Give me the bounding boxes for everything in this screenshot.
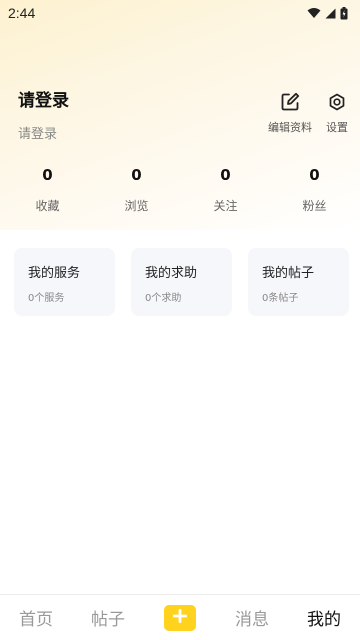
create-post-button[interactable] (164, 604, 196, 631)
card-count: 0条帖子 (262, 293, 299, 304)
stat-following[interactable]: 0 关注 (181, 166, 270, 214)
plus-icon (173, 608, 187, 628)
nav-posts[interactable]: 帖子 (72, 605, 144, 630)
my-requests-card[interactable]: 我的求助 0个求助 (131, 248, 232, 316)
header-actions: 编辑资料 设置 (268, 92, 348, 135)
bottom-nav: 首页 帖子 消息 我的 (0, 594, 360, 640)
stat-value: 0 (309, 166, 320, 184)
stats-row: 0 收藏 0 浏览 0 关注 0 粉丝 (0, 166, 360, 214)
nav-mine[interactable]: 我的 (288, 605, 360, 630)
stat-favorites[interactable]: 0 收藏 (3, 166, 92, 214)
status-bar: 2:44 (0, 0, 360, 26)
login-subtitle[interactable]: 请登录 (18, 123, 69, 142)
stat-value: 0 (131, 166, 142, 184)
edit-icon (280, 92, 300, 112)
card-count: 0个求助 (145, 293, 182, 304)
signal-icon (325, 8, 336, 19)
my-services-card[interactable]: 我的服务 0个服务 (14, 248, 115, 316)
profile-section[interactable]: 请登录 请登录 (18, 86, 69, 142)
stat-label: 浏览 (124, 199, 149, 213)
battery-icon (340, 6, 348, 20)
status-icons (307, 6, 348, 20)
login-title[interactable]: 请登录 (18, 86, 69, 111)
card-title: 我的服务 (28, 266, 81, 281)
card-count: 0个服务 (28, 293, 65, 304)
nav-home[interactable]: 首页 (0, 605, 72, 630)
status-time: 2:44 (8, 5, 36, 21)
my-posts-card[interactable]: 我的帖子 0条帖子 (248, 248, 349, 316)
edit-profile-button[interactable]: 编辑资料 (268, 92, 312, 135)
stat-followers[interactable]: 0 粉丝 (270, 166, 359, 214)
edit-profile-label: 编辑资料 (268, 121, 312, 134)
stat-history[interactable]: 0 浏览 (92, 166, 181, 214)
service-cards: 我的服务 0个服务 我的求助 0个求助 我的帖子 0条帖子 (14, 248, 349, 316)
gear-icon (327, 92, 347, 112)
stat-label: 收藏 (35, 199, 60, 213)
stat-value: 0 (220, 166, 231, 184)
card-title: 我的帖子 (262, 266, 315, 281)
stat-label: 关注 (213, 199, 238, 213)
wifi-icon (307, 7, 321, 19)
card-title: 我的求助 (145, 266, 198, 281)
nav-messages[interactable]: 消息 (216, 605, 288, 630)
stat-value: 0 (42, 166, 53, 184)
settings-button[interactable]: 设置 (326, 92, 348, 135)
settings-label: 设置 (326, 121, 348, 134)
stat-label: 粉丝 (302, 199, 327, 213)
nav-create[interactable] (144, 604, 216, 631)
